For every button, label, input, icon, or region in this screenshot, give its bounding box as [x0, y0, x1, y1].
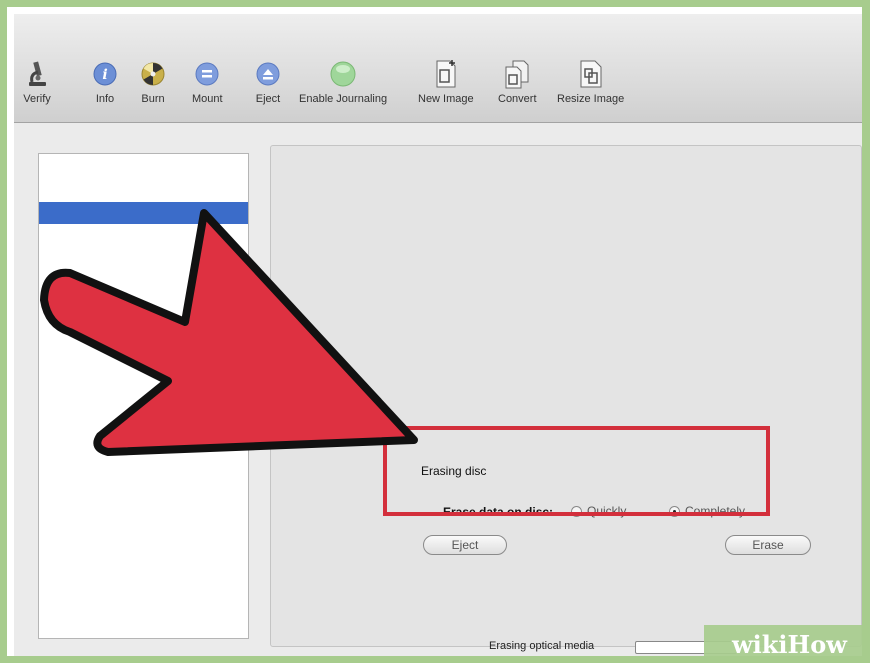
- mount-button[interactable]: Mount: [192, 58, 223, 105]
- burn-button[interactable]: Burn: [138, 58, 168, 105]
- verify-label: Verify: [23, 93, 51, 105]
- svg-text:i: i: [102, 67, 107, 83]
- image-frame: Verify i Info Burn Mount Eject Enable Jo…: [0, 0, 870, 663]
- enable-journaling-label: Enable Journaling: [299, 93, 388, 105]
- info-icon: i: [93, 62, 117, 86]
- resize-image-label: Resize Image: [557, 93, 625, 105]
- wikihow-watermark: wikiHow: [704, 625, 870, 663]
- window-body: Erasing disc Erase data on disc: Quickly…: [14, 123, 862, 656]
- new-image-button[interactable]: New Image: [418, 58, 474, 105]
- microscope-icon: [29, 61, 46, 86]
- eject-icon: [256, 62, 280, 86]
- convert-button[interactable]: Convert: [498, 58, 537, 105]
- burn-label: Burn: [141, 93, 165, 105]
- erase-button[interactable]: Erase: [725, 535, 811, 555]
- info-button[interactable]: i Info: [90, 58, 120, 105]
- eject-button[interactable]: Eject: [423, 535, 507, 555]
- erase-panel: Erasing disc Erase data on disc: Quickly…: [270, 145, 862, 647]
- new-image-icon: [436, 60, 456, 88]
- resize-image-icon: [580, 60, 602, 88]
- mount-label: Mount: [192, 93, 223, 105]
- convert-label: Convert: [498, 93, 537, 105]
- journaling-icon: [330, 61, 356, 87]
- enable-journaling-button[interactable]: Enable Journaling: [299, 58, 387, 105]
- mount-icon: [195, 62, 219, 86]
- highlight-box: [383, 426, 770, 516]
- verify-button[interactable]: Verify: [22, 58, 52, 105]
- new-image-label: New Image: [418, 93, 474, 105]
- convert-icon: [505, 60, 529, 89]
- eject-toolbar-button[interactable]: Eject: [253, 58, 283, 105]
- toolbar: Verify i Info Burn Mount Eject Enable Jo…: [14, 14, 862, 123]
- sidebar-row-empty[interactable]: [39, 154, 248, 202]
- disk-list-sidebar[interactable]: [38, 153, 249, 639]
- disk-utility-window: Verify i Info Burn Mount Eject Enable Jo…: [14, 14, 862, 656]
- burn-icon: [141, 62, 165, 86]
- sidebar-row-selected[interactable]: [39, 202, 248, 224]
- eject-toolbar-label: Eject: [255, 93, 281, 105]
- resize-image-button[interactable]: Resize Image: [557, 58, 624, 105]
- info-label: Info: [95, 93, 115, 105]
- status-text: Erasing optical media: [489, 640, 595, 652]
